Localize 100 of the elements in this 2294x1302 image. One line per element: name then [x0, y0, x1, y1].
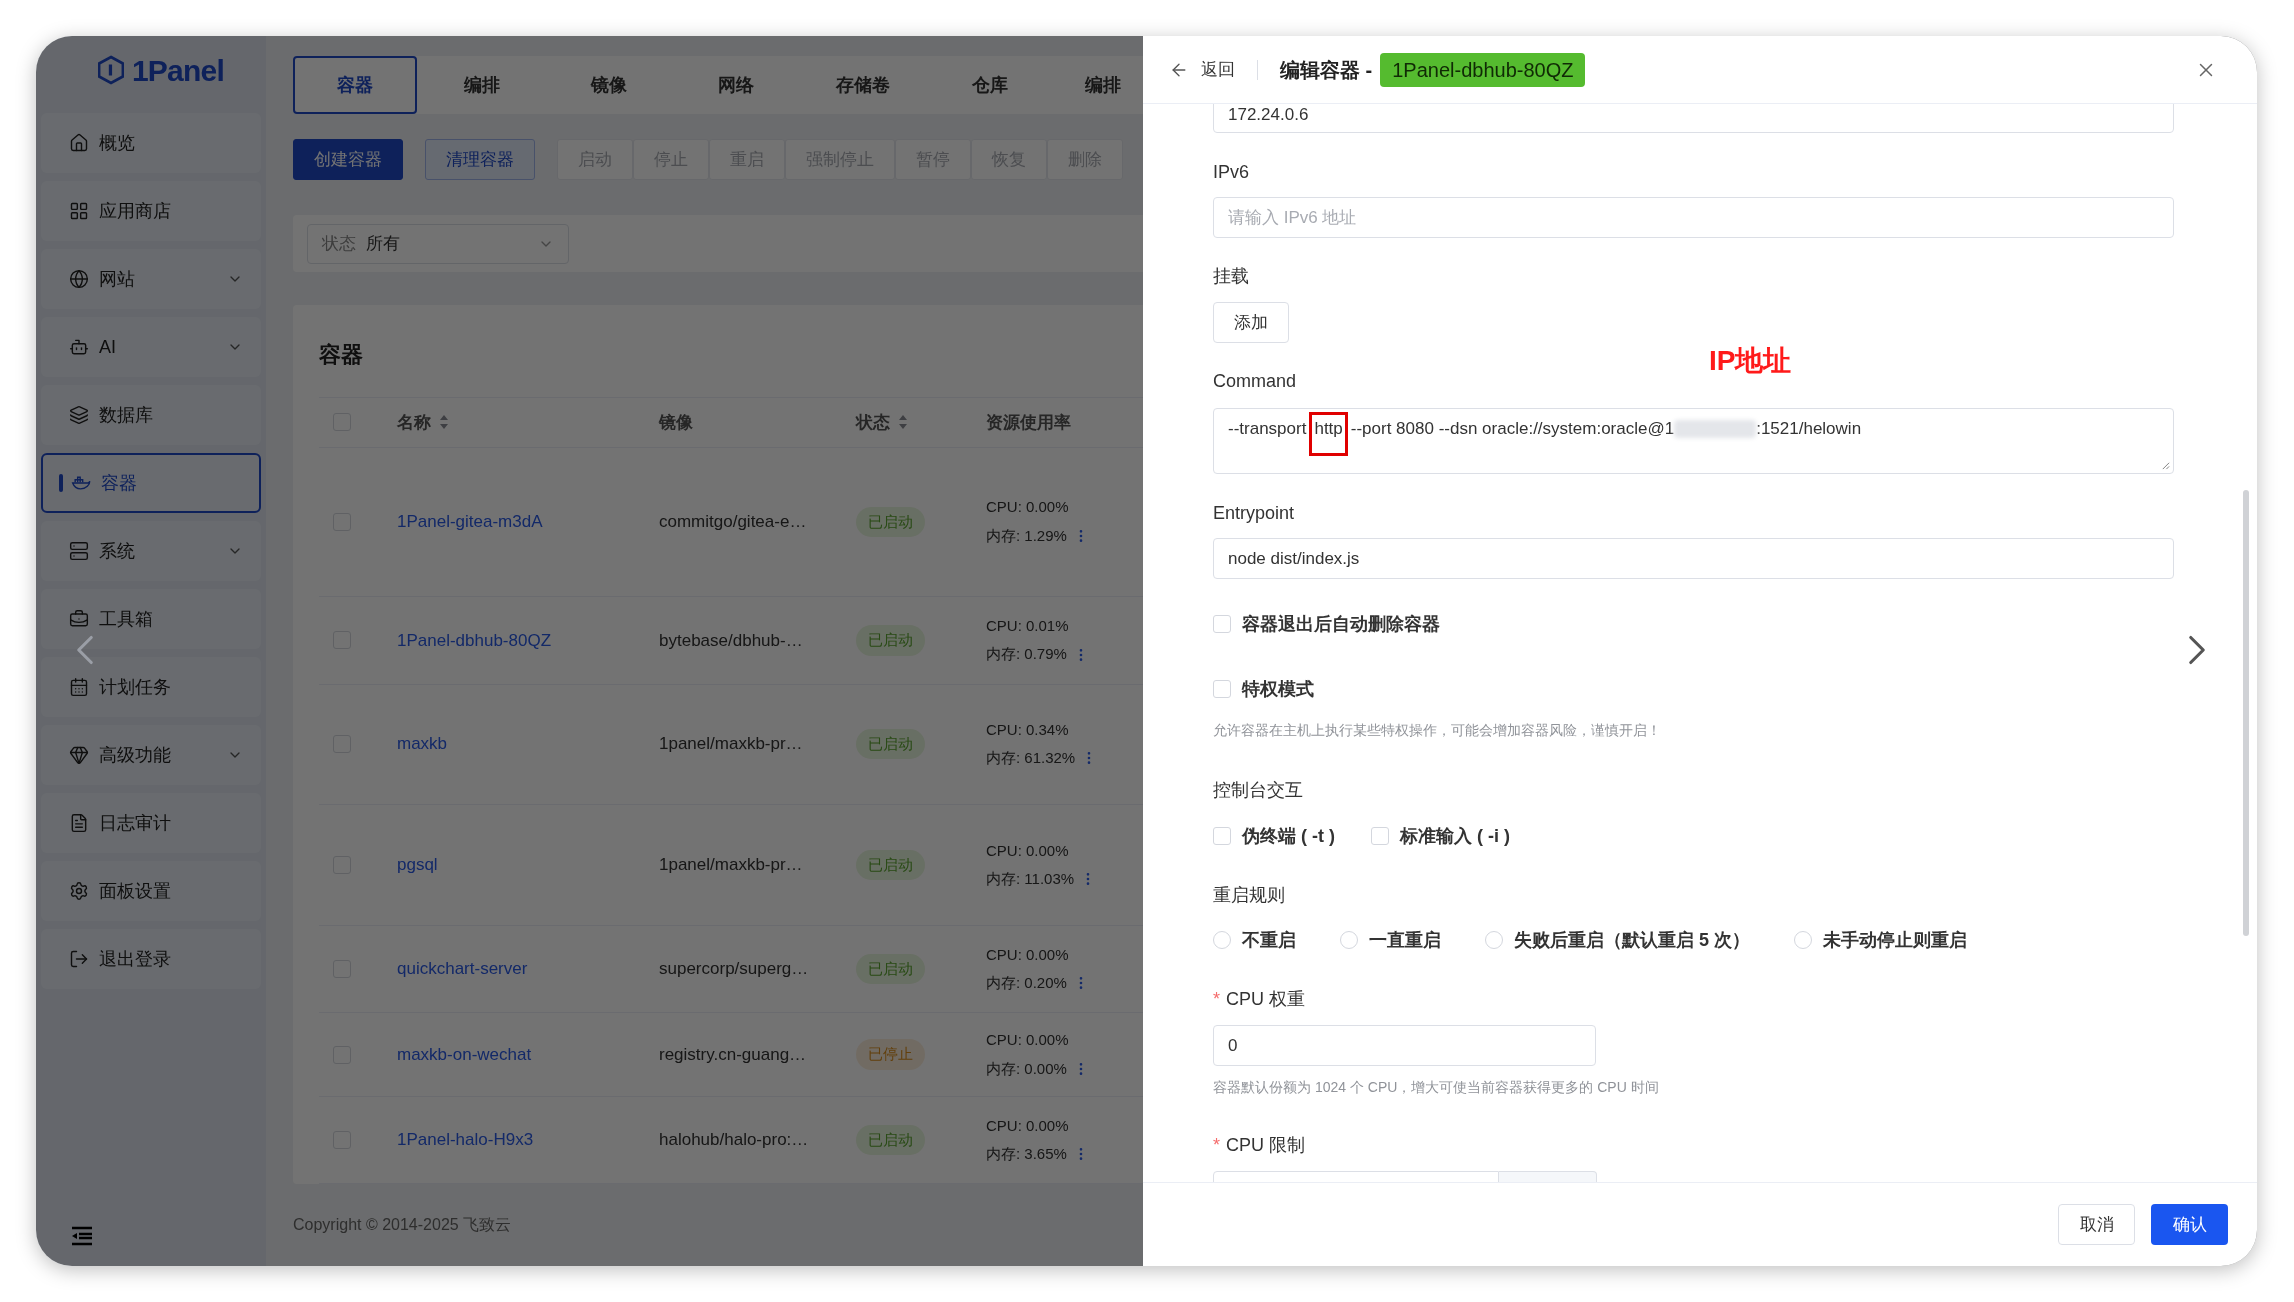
field-label: Entrypoint — [1213, 501, 1295, 525]
tab[interactable]: 容器 — [293, 56, 417, 114]
cancel-button[interactable]: 取消 — [2058, 1204, 2135, 1245]
scrollbar-thumb[interactable] — [2243, 490, 2249, 936]
container-name-link[interactable]: 1Panel-dbhub-80QZ — [397, 630, 552, 650]
toolbar-button[interactable]: 创建容器 — [293, 139, 403, 180]
image-cell: halohub/halo-pro:… — [659, 1130, 809, 1150]
sidebar-item[interactable]: 数据库 — [41, 385, 261, 445]
sidebar-label: 容器 — [101, 471, 137, 495]
toolbar-button[interactable]: 清理容器 — [425, 139, 535, 180]
sidebar-item[interactable]: 高级功能 — [41, 725, 261, 785]
sidebar-label: 概览 — [99, 131, 135, 155]
checkbox[interactable] — [1371, 827, 1389, 845]
cabinet-icon — [69, 541, 89, 561]
field-label: 重启规则 — [1213, 883, 1285, 907]
ipv4-field[interactable]: 172.24.0.6 — [1213, 104, 2174, 133]
status-tag: 已启动 — [856, 849, 925, 881]
add-mount-button[interactable]: 添加 — [1213, 302, 1289, 343]
sidebar-item[interactable]: 系统 — [41, 521, 261, 581]
sidebar-item[interactable]: 退出登录 — [41, 929, 261, 989]
logo-icon — [97, 55, 124, 85]
status-tag: 已启动 — [856, 729, 925, 760]
command-field[interactable]: --transport http --port 8080 --dsn oracle://system:oracle@1 :1521/helowin — [1213, 408, 2174, 474]
container-name-link[interactable]: maxkb — [397, 734, 448, 754]
container-name-link[interactable]: quickchart-server — [397, 959, 528, 979]
sidebar-item[interactable]: 应用商店 — [41, 181, 261, 241]
collapse-menu-icon[interactable] — [70, 1226, 94, 1246]
checkbox-label: 特权模式 — [1242, 677, 1314, 701]
radio-label: 不重启 — [1242, 928, 1296, 952]
required-mark: * — [1213, 987, 1220, 1011]
ipv6-field[interactable]: 请输入 IPv6 地址 — [1213, 197, 2174, 238]
required-mark: * — [1213, 1133, 1220, 1157]
image-cell: registry.cn-guang… — [659, 1044, 807, 1064]
tab[interactable]: 网络 — [674, 56, 798, 114]
image-cell: 1panel/maxkb-pr… — [659, 734, 803, 754]
image-cell: commitgo/gitea-e… — [659, 512, 807, 532]
annotation-text: IP地址 — [1709, 344, 1792, 378]
column-header: 状态 — [856, 411, 890, 434]
sidebar-label: 工具箱 — [99, 607, 153, 631]
copyright-text: Copyright © 2014-2025 飞致云 — [293, 1215, 512, 1235]
confirm-button[interactable]: 确认 — [2151, 1204, 2228, 1245]
cpu-shares-field[interactable]: 0 — [1213, 1025, 1596, 1066]
entrypoint-field[interactable]: node dist/index.js — [1213, 538, 2174, 579]
checkbox[interactable] — [1213, 615, 1231, 633]
layers-icon — [69, 405, 89, 425]
tab[interactable]: 编排 — [1055, 56, 1135, 114]
sidebar-label: AI — [99, 335, 116, 359]
tab[interactable]: 存储卷 — [801, 56, 925, 114]
column-header: 镜像 — [659, 411, 693, 434]
command-text: :1521/helowin — [1756, 418, 1862, 440]
cpu-usage: CPU: 0.00% — [986, 1030, 1070, 1051]
container-name-link[interactable]: 1Panel-halo-H9x3 — [397, 1130, 534, 1150]
sidebar-item[interactable]: AI — [41, 317, 261, 377]
tab[interactable]: 仓库 — [928, 56, 1052, 114]
sort-icon[interactable] — [898, 414, 908, 431]
sidebar-item[interactable]: 工具箱 — [41, 589, 261, 649]
calendar-icon — [69, 677, 89, 697]
checkbox[interactable] — [1213, 827, 1231, 845]
container-name-link[interactable]: pgsql — [397, 855, 438, 875]
checkbox-label: 伪终端 ( -t ) — [1242, 824, 1335, 848]
sidebar-label: 日志审计 — [99, 811, 171, 835]
sidebar-item[interactable]: 计划任务 — [41, 657, 261, 717]
settings-icon — [69, 881, 89, 901]
document-icon — [69, 813, 89, 833]
cpu-usage: CPU: 0.00% — [986, 497, 1070, 518]
tab[interactable]: 编排 — [420, 56, 544, 114]
sidebar-item[interactable]: 日志审计 — [41, 793, 261, 853]
status-tag: 已停止 — [856, 1039, 925, 1070]
cpu-usage: CPU: 0.00% — [986, 840, 1070, 861]
checkbox[interactable] — [1213, 680, 1231, 698]
sidebar-item[interactable]: 面板设置 — [41, 861, 261, 921]
filter-value: 所有 — [366, 232, 400, 255]
image-cell: 1panel/maxkb-pr… — [659, 855, 803, 875]
container-name-link[interactable]: 1Panel-gitea-m3dA — [397, 512, 543, 532]
status-tag: 已启动 — [856, 625, 925, 656]
memory-usage: 内存: 0.79% — [986, 644, 1067, 665]
column-header: 资源使用率 — [986, 411, 1071, 434]
image-cell: bytebase/dbhub-… — [659, 630, 803, 650]
sidebar-item[interactable]: 网站 — [41, 249, 261, 309]
briefcase-icon — [69, 609, 89, 629]
sidebar-item[interactable]: 概览 — [41, 113, 261, 173]
grid-icon — [69, 201, 89, 221]
sort-icon[interactable] — [439, 414, 449, 431]
privileged-hint: 允许容器在主机上执行某些特权操作，可能会增加容器风险，谨慎开启！ — [1213, 721, 1662, 740]
tab[interactable]: 镜像 — [547, 56, 671, 114]
sidebar-label: 系统 — [99, 539, 135, 563]
sidebar-item[interactable]: 容器 — [41, 453, 261, 513]
command-text: --transport — [1228, 418, 1307, 440]
diamond-icon — [69, 745, 89, 765]
sidebar-label: 退出登录 — [99, 947, 171, 971]
whale-icon — [71, 473, 91, 493]
home-icon — [69, 133, 89, 153]
container-name-link[interactable]: maxkb-on-wechat — [397, 1044, 532, 1064]
memory-usage: 内存: 0.00% — [986, 1058, 1067, 1079]
back-button[interactable]: 返回 — [1169, 56, 1235, 83]
status-tag: 已启动 — [856, 953, 925, 985]
resize-handle-icon[interactable] — [2161, 461, 2170, 470]
sidebar-label: 计划任务 — [99, 675, 171, 699]
logout-icon — [69, 949, 89, 969]
sidebar-label: 数据库 — [99, 403, 153, 427]
